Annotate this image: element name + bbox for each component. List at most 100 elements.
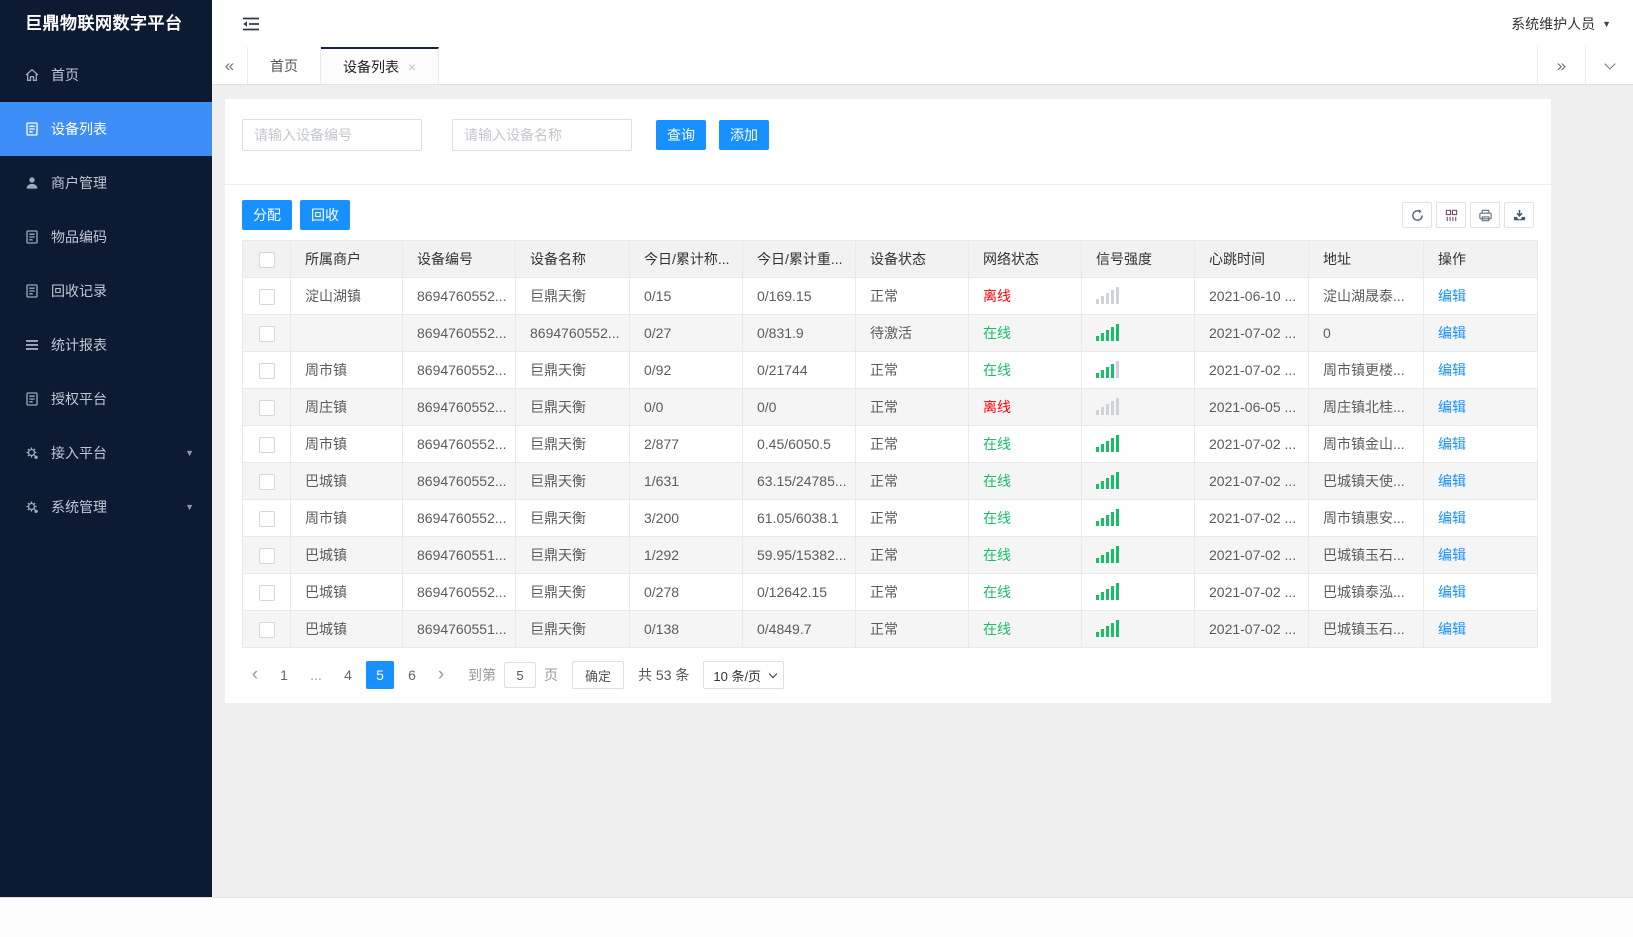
sidebar-item-merchant[interactable]: 商户管理 — [0, 156, 212, 210]
tabs-scroll-left-button[interactable]: « — [212, 47, 248, 84]
page-number[interactable]: 4 — [334, 661, 362, 689]
confirm-button[interactable]: 确定 — [572, 661, 625, 689]
tabs-menu-button[interactable] — [1585, 47, 1633, 84]
cell-today-weight: 63.15/24785... — [742, 462, 856, 500]
sidebar-item-report[interactable]: 统计报表 — [0, 318, 212, 372]
edit-link[interactable]: 编辑 — [1438, 621, 1466, 637]
page-size-select[interactable]: 10 条/页 — [703, 661, 785, 689]
cell-action: 编辑 — [1423, 425, 1538, 463]
device-name-input[interactable] — [452, 119, 632, 151]
row-checkbox[interactable] — [258, 584, 275, 601]
signal-strength-icon — [1096, 582, 1119, 600]
cell-device-name: 巨鼎天衡 — [515, 536, 630, 574]
edit-link[interactable]: 编辑 — [1438, 399, 1466, 415]
table-row: 周市镇 8694760552... 巨鼎天衡 0/92 0/21744 正常 在… — [242, 351, 1538, 389]
edit-link[interactable]: 编辑 — [1438, 288, 1466, 304]
sidebar-item-label: 物品编码 — [51, 229, 107, 245]
edit-link[interactable]: 编辑 — [1438, 510, 1466, 526]
tab-home[interactable]: 首页 — [248, 47, 321, 84]
row-checkbox[interactable] — [258, 362, 275, 379]
query-button[interactable]: 查询 — [656, 120, 706, 150]
page-number[interactable]: 1 — [270, 661, 298, 689]
signal-strength-icon — [1096, 508, 1119, 526]
recycle-button[interactable]: 回收 — [300, 200, 350, 230]
gear-icon — [26, 447, 38, 459]
sidebar-item-label: 统计报表 — [51, 337, 107, 353]
edit-link[interactable]: 编辑 — [1438, 436, 1466, 452]
prev-page-icon[interactable]: ‹ — [242, 661, 268, 689]
page-list: 1... 4 5 6 — [268, 661, 428, 689]
edit-link[interactable]: 编辑 — [1438, 362, 1466, 378]
edit-link[interactable]: 编辑 — [1438, 325, 1466, 341]
export-icon[interactable] — [1504, 202, 1534, 228]
column-header: 心跳时间 — [1194, 240, 1309, 278]
row-checkbox[interactable] — [258, 621, 275, 638]
cell-signal — [1081, 388, 1195, 426]
edit-link[interactable]: 编辑 — [1438, 547, 1466, 563]
sidebar-item-authorize[interactable]: 授权平台 — [0, 372, 212, 426]
table-row: 巴城镇 8694760551... 巨鼎天衡 1/292 59.95/15382… — [242, 536, 1538, 574]
caret-down-icon: ▼ — [1602, 18, 1611, 29]
row-checkbox[interactable] — [258, 510, 275, 527]
signal-strength-icon — [1096, 471, 1119, 489]
tabs-scroll-right-button[interactable]: » — [1537, 47, 1585, 84]
cell-device-status: 待激活 — [855, 314, 969, 352]
edit-link[interactable]: 编辑 — [1438, 584, 1466, 600]
column-header: 所属商户 — [290, 240, 403, 278]
signal-strength-icon — [1096, 397, 1119, 415]
cell-device-name: 巨鼎天衡 — [515, 610, 630, 648]
row-checkbox[interactable] — [258, 288, 275, 305]
add-button[interactable]: 添加 — [719, 120, 769, 150]
cell-device-status: 正常 — [855, 499, 969, 537]
cell-signal — [1081, 499, 1195, 537]
sidebar-collapse-icon[interactable] — [240, 13, 262, 35]
cell-merchant: 周市镇 — [290, 351, 403, 389]
print-icon[interactable] — [1470, 202, 1500, 228]
select-all-checkbox[interactable] — [258, 251, 275, 268]
sidebar-item-item-code[interactable]: 物品编码 — [0, 210, 212, 264]
row-checkbox[interactable] — [258, 325, 275, 342]
gear-icon — [26, 501, 38, 513]
cell-signal — [1081, 425, 1195, 463]
edit-link[interactable]: 编辑 — [1438, 473, 1466, 489]
signal-strength-icon — [1096, 286, 1119, 304]
device-no-input[interactable] — [242, 119, 422, 151]
columns-icon[interactable] — [1436, 202, 1466, 228]
tab-device-list[interactable]: 设备列表 × — [321, 47, 440, 84]
row-checkbox[interactable] — [258, 473, 275, 490]
authorize-icon — [26, 392, 38, 406]
cell-today-count: 0/27 — [629, 314, 743, 352]
row-checkbox[interactable] — [258, 547, 275, 564]
sidebar-item-label: 接入平台 — [51, 445, 107, 461]
row-checkbox[interactable] — [258, 436, 275, 453]
table-row: 巴城镇 8694760551... 巨鼎天衡 0/138 0/4849.7 正常… — [242, 610, 1538, 648]
sidebar-item-system-manage[interactable]: 系统管理 ▼ — [0, 480, 212, 534]
refresh-icon[interactable] — [1402, 202, 1432, 228]
cell-device-name: 巨鼎天衡 — [515, 462, 630, 500]
user-menu[interactable]: 系统维护人员 ▼ — [1511, 0, 1611, 47]
sidebar-item-device-list[interactable]: 设备列表 — [0, 102, 212, 156]
close-icon[interactable]: × — [408, 59, 416, 75]
cell-device-status: 正常 — [855, 277, 969, 315]
cell-device-status: 正常 — [855, 610, 969, 648]
assign-button[interactable]: 分配 — [242, 200, 292, 230]
page-number[interactable]: 5 — [366, 661, 394, 689]
page-number[interactable]: 6 — [398, 661, 426, 689]
cell-device-status: 正常 — [855, 351, 969, 389]
goto-page-input[interactable] — [504, 662, 536, 688]
user-name: 系统维护人员 — [1511, 15, 1596, 32]
row-checkbox-cell — [242, 499, 291, 537]
topbar: 系统维护人员 ▼ — [212, 0, 1633, 47]
sidebar-item-recycle-record[interactable]: 回收记录 — [0, 264, 212, 318]
table-row: 巴城镇 8694760552... 巨鼎天衡 1/631 63.15/24785… — [242, 462, 1538, 500]
sidebar-item-home[interactable]: 首页 — [0, 48, 212, 102]
signal-strength-icon — [1096, 434, 1119, 452]
cell-device-name: 巨鼎天衡 — [515, 573, 630, 611]
row-checkbox[interactable] — [258, 399, 275, 416]
chevron-down-icon: ▼ — [185, 502, 194, 512]
sidebar-item-access-platform[interactable]: 接入平台 ▼ — [0, 426, 212, 480]
table-row: 周庄镇 8694760552... 巨鼎天衡 0/0 0/0 正常 离线 202… — [242, 388, 1538, 426]
next-page-icon[interactable]: › — [428, 661, 454, 689]
cell-device-no: 8694760552... — [402, 499, 516, 537]
horizontal-scrollbar-area[interactable] — [0, 897, 1633, 937]
